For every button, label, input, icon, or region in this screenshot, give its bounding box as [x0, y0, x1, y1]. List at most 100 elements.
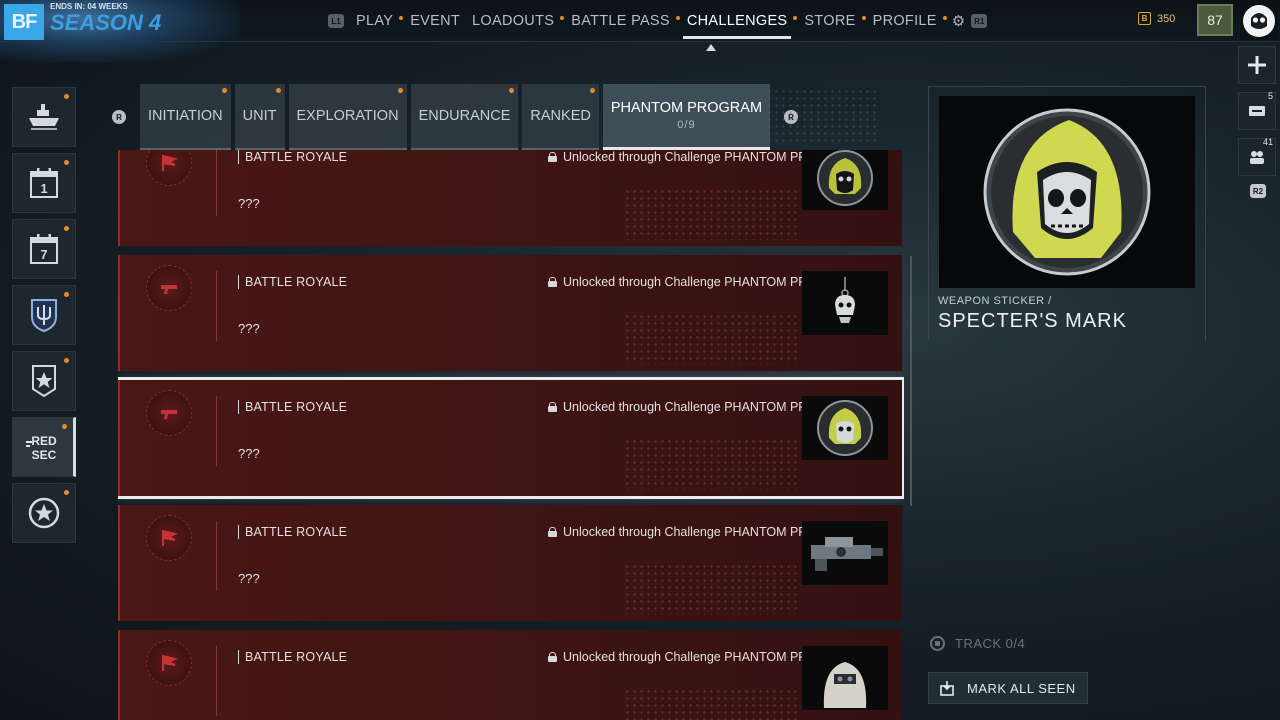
reward-thumbnail [802, 521, 888, 585]
notification-dot [675, 16, 680, 20]
skull-avatar-icon [1243, 5, 1275, 37]
l1-button-hint: L1 [328, 14, 344, 28]
calendar-weekly-icon: 7 [30, 234, 58, 264]
flag-icon [146, 515, 192, 561]
nav-store[interactable]: STORE [798, 13, 861, 29]
notification-dot [64, 94, 69, 99]
nav-event[interactable]: EVENT [404, 13, 466, 29]
reward-thumbnail [802, 646, 888, 710]
challenge-hint: ??? [238, 446, 260, 461]
lock-icon [548, 277, 557, 287]
challenge-category-tabs: R INITIATION UNIT EXPLORATION ENDURANCE … [112, 84, 799, 150]
sidebar-item-daily[interactable]: 1 [12, 153, 76, 213]
r2-button-hint: R2 [1250, 184, 1266, 198]
reward-type: WEAPON STICKER / [938, 295, 1052, 307]
nav-loadouts[interactable]: LOADOUTS [466, 13, 560, 29]
notification-dot [275, 88, 281, 93]
tab-unit[interactable]: UNIT [234, 84, 285, 150]
challenge-card[interactable]: BATTLE ROYALE ??? Unlocked through Chall… [118, 150, 902, 246]
dot-pattern [624, 188, 800, 240]
tab-phantom-program[interactable]: PHANTOM PROGRAM 0/9 [602, 84, 771, 150]
notification-dot [64, 226, 69, 231]
reward-thumbnail [802, 271, 888, 335]
rank-star-icon [32, 365, 56, 398]
tab-label: RANKED [530, 108, 591, 124]
dot-pattern [624, 688, 800, 720]
lock-icon [548, 152, 557, 162]
rail-squad-button[interactable]: 41 [1238, 137, 1276, 176]
sidebar-item-star[interactable] [12, 483, 76, 543]
nav-profile[interactable]: PROFILE [867, 13, 943, 29]
squad-icon [1250, 151, 1264, 164]
sidebar-item-weekly[interactable]: 7 [12, 219, 76, 279]
lock-icon [548, 402, 557, 412]
challenge-mode: BATTLE ROYALE [238, 275, 347, 289]
card-divider [216, 396, 217, 466]
mark-seen-icon [940, 681, 954, 696]
gear-icon[interactable]: ⚙ [952, 12, 965, 30]
notification-dot [942, 16, 947, 20]
tab-endurance[interactable]: ENDURANCE [410, 84, 519, 150]
nav-battle-pass[interactable]: BATTLE PASS [565, 13, 676, 29]
tab-ranked[interactable]: RANKED [522, 84, 599, 150]
rail-ticket-button[interactable]: 5 [1238, 91, 1276, 130]
notification-dot [861, 16, 866, 20]
hooded-skull-icon [817, 400, 873, 456]
tab-progress: 0/9 [677, 119, 696, 131]
challenge-card[interactable]: BATTLE ROYALE ??? Unlocked through Chall… [118, 255, 902, 371]
challenge-mode: BATTLE ROYALE [238, 400, 347, 414]
nav-challenges[interactable]: CHALLENGES [681, 13, 794, 39]
ticket-icon [1249, 106, 1265, 116]
challenge-card[interactable]: BATTLE ROYALE Unlocked through Challenge… [118, 630, 902, 720]
challenge-list[interactable]: BATTLE ROYALE ??? Unlocked through Chall… [118, 150, 904, 720]
sidebar-item-trident[interactable] [12, 285, 76, 345]
card-divider [216, 646, 217, 716]
skull-charm-icon [835, 277, 855, 323]
calendar-daily-number: 1 [40, 181, 47, 196]
r1-button-hint: R1 [971, 14, 988, 28]
sidebar-item-redsec[interactable]: RED SEC [12, 417, 76, 477]
season-badge: BF ENDS IN: 04 WEEKS SEASON 4 [0, 0, 240, 62]
notification-dot [399, 16, 404, 20]
player-level-badge[interactable]: 87 [1197, 4, 1233, 36]
list-scrollbar[interactable] [910, 256, 912, 506]
notification-dot [589, 88, 595, 93]
mark-all-seen-label: MARK ALL SEEN [967, 680, 1076, 696]
lock-icon [548, 652, 557, 662]
right-rail: 5 41 R2 [1238, 46, 1278, 198]
challenge-card[interactable]: BATTLE ROYALE ??? Unlocked through Chall… [118, 505, 902, 621]
star-circle-icon [28, 497, 60, 529]
dot-pattern [624, 563, 800, 615]
rail-add-button[interactable] [1238, 46, 1276, 84]
challenge-mode: BATTLE ROYALE [238, 150, 347, 164]
tab-exploration[interactable]: EXPLORATION [288, 84, 407, 150]
notification-dot [221, 88, 227, 93]
reward-name: SPECTER'S MARK [938, 310, 1127, 332]
dot-pattern [624, 438, 800, 490]
nav-play[interactable]: PLAY [350, 13, 399, 29]
player-avatar[interactable] [1240, 2, 1278, 40]
flag-icon [146, 640, 192, 686]
pistol-icon [146, 390, 192, 436]
challenge-hint: ??? [238, 571, 260, 586]
carrier-icon [29, 104, 59, 130]
svg-text:SEC: SEC [32, 448, 57, 462]
track-button[interactable]: TRACK 0/4 [930, 636, 1025, 651]
tab-label: INITIATION [148, 108, 223, 124]
challenge-card-selected[interactable]: BATTLE ROYALE ??? Unlocked through Chall… [118, 377, 904, 499]
bumper-left-hint: R [112, 110, 126, 124]
currency-display[interactable]: B 350 [1138, 12, 1175, 25]
tab-label: EXPLORATION [296, 108, 399, 124]
rail-badge: 41 [1262, 137, 1273, 147]
sidebar-item-rank[interactable] [12, 351, 76, 411]
tab-label: PHANTOM PROGRAM [610, 100, 763, 116]
redsec-icon: RED SEC [26, 434, 57, 462]
mark-all-seen-button[interactable]: MARK ALL SEEN [928, 672, 1088, 704]
caret-up-icon [706, 44, 716, 51]
sidebar-item-carrier[interactable] [12, 87, 76, 147]
notification-dot [64, 490, 69, 495]
challenge-mode: BATTLE ROYALE [238, 650, 347, 664]
notification-dot [793, 16, 798, 20]
tab-initiation[interactable]: INITIATION [140, 84, 231, 150]
challenge-sidebar: 1 7 RED SEC [12, 87, 78, 549]
